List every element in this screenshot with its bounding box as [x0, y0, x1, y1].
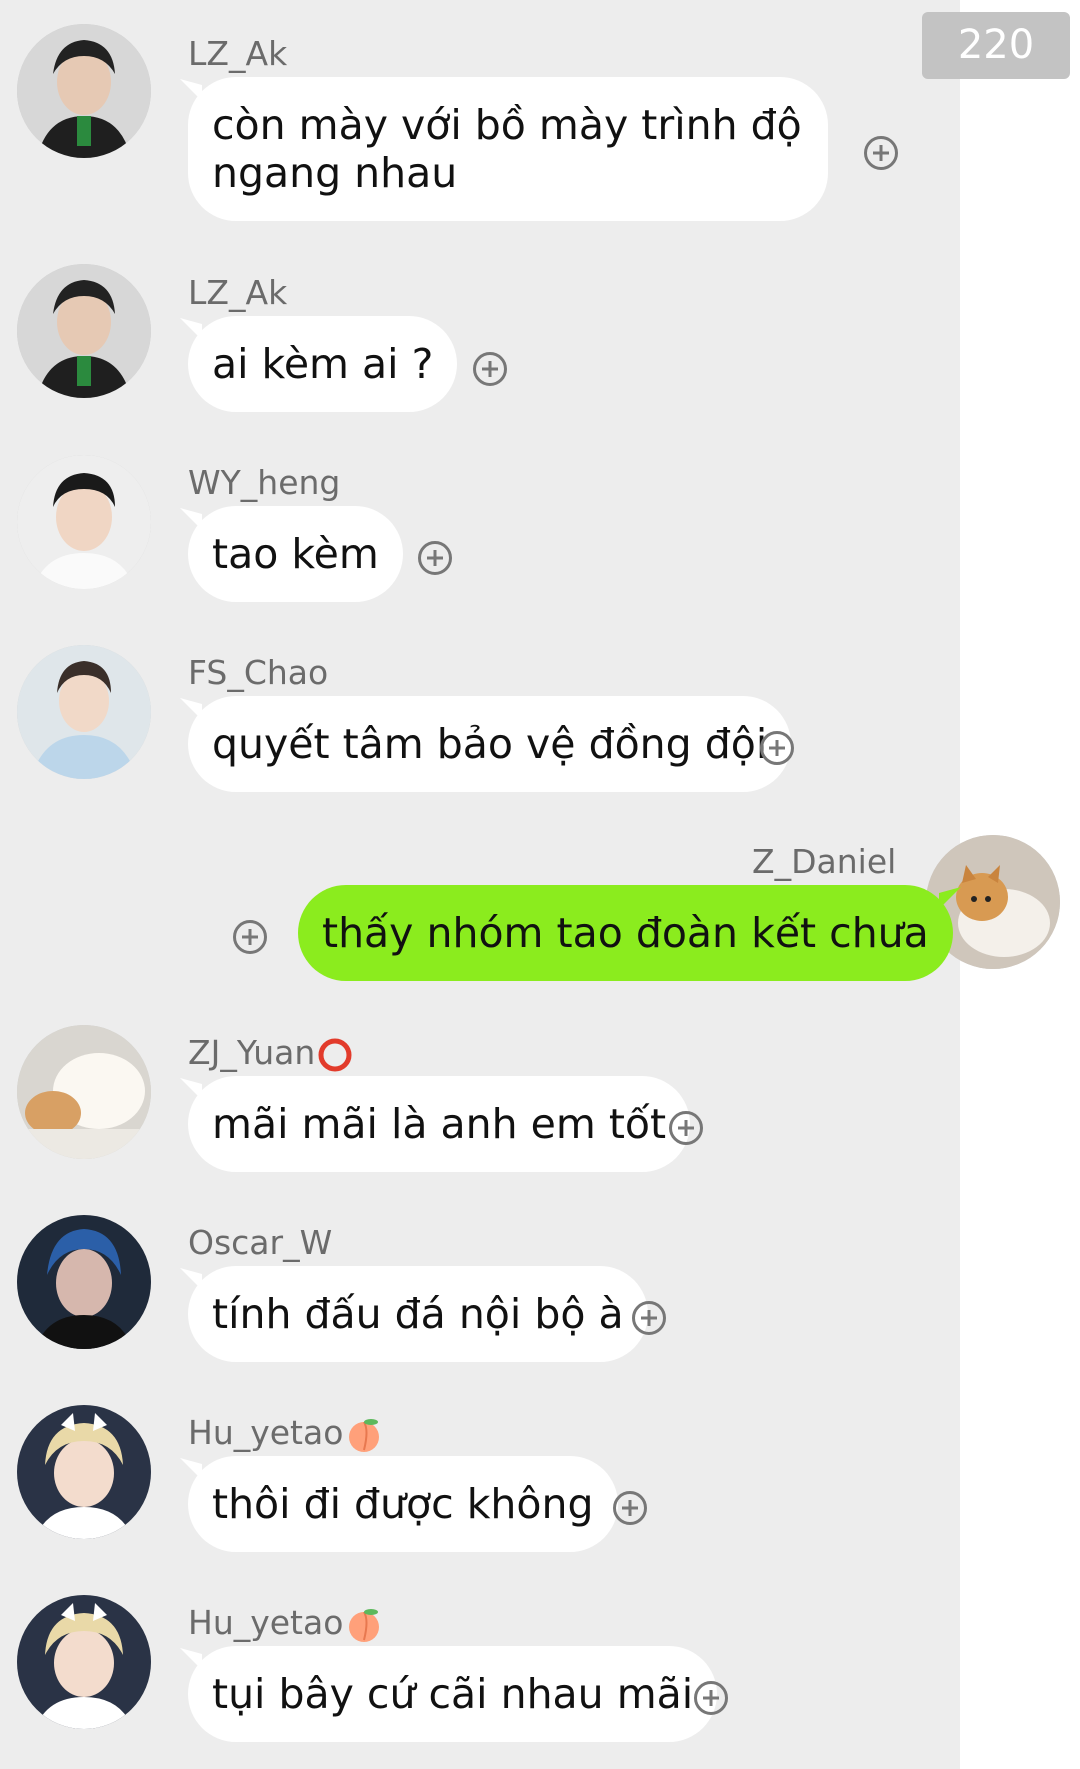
- bubble-tail: [938, 887, 961, 909]
- add-reaction-icon[interactable]: [864, 136, 898, 170]
- message-bubble[interactable]: quyết tâm bảo vệ đồng đội: [180, 696, 792, 792]
- message-bubble[interactable]: thôi đi được không: [180, 1456, 618, 1552]
- sender-name: Hu_yetao: [188, 1413, 383, 1454]
- message-text: còn mày với bồ mày trình độ ngang nhau: [212, 101, 802, 197]
- message-text: tính đấu đá nội bộ à: [212, 1290, 624, 1338]
- add-reaction-icon[interactable]: [233, 920, 267, 954]
- add-reaction-icon[interactable]: [632, 1301, 666, 1335]
- message-bubble[interactable]: còn mày với bồ mày trình độ ngang nhau: [180, 77, 828, 221]
- sender-name: FS_Chao: [188, 653, 329, 692]
- message-text: thôi đi được không: [212, 1480, 594, 1528]
- message-text: mãi mãi là anh em tốt: [212, 1100, 667, 1148]
- message-text: tụi bây cứ cãi nhau mãi: [212, 1670, 694, 1718]
- avatar-lz-ak[interactable]: [17, 264, 151, 398]
- sender-name: LZ_Ak: [188, 273, 288, 312]
- bubble-tail: [180, 698, 202, 720]
- bubble-tail: [180, 1078, 202, 1100]
- message-bubble-self[interactable]: thấy nhóm tao đoàn kết chưa: [298, 885, 961, 981]
- bubble-tail: [180, 508, 202, 530]
- avatar-zj-yuan[interactable]: [17, 1025, 151, 1159]
- message-bubble[interactable]: mãi mãi là anh em tốt: [180, 1076, 691, 1172]
- avatar-wy-heng[interactable]: [17, 455, 151, 589]
- sender-name-text: Hu_yetao: [188, 1603, 344, 1642]
- avatar-fs-chao[interactable]: [17, 645, 151, 779]
- add-reaction-icon[interactable]: [669, 1111, 703, 1145]
- add-reaction-icon[interactable]: [613, 1491, 647, 1525]
- message-bubble[interactable]: tính đấu đá nội bộ à: [180, 1266, 648, 1362]
- bubble-tail: [180, 1268, 202, 1290]
- sender-name-text: Hu_yetao: [188, 1413, 344, 1452]
- bubble-tail: [180, 79, 202, 101]
- add-reaction-icon[interactable]: [473, 352, 507, 386]
- message-text: thấy nhóm tao đoàn kết chưa: [322, 909, 929, 957]
- message-bubble[interactable]: ai kèm ai ?: [180, 316, 458, 412]
- message-text: tao kèm: [212, 530, 379, 578]
- red-circle-icon: [318, 1038, 352, 1071]
- add-reaction-icon[interactable]: [694, 1681, 728, 1715]
- avatar-oscar-w[interactable]: [17, 1215, 151, 1349]
- sender-name: Hu_yetao: [188, 1603, 383, 1644]
- sender-name-text: ZJ_Yuan: [188, 1033, 316, 1072]
- sender-name: ZJ_Yuan: [188, 1033, 353, 1073]
- joy-badge: 220 joy: [922, 12, 1070, 135]
- peach-icon: [349, 1608, 380, 1642]
- add-reaction-icon[interactable]: [418, 541, 452, 575]
- avatar-hu-yetao[interactable]: [17, 1595, 151, 1729]
- avatar-lz-ak[interactable]: [17, 24, 151, 158]
- message-bubble[interactable]: tao kèm: [180, 506, 403, 602]
- message-bubble[interactable]: tụi bây cứ cãi nhau mãi: [180, 1646, 718, 1742]
- message-text: quyết tâm bảo vệ đồng đội: [212, 720, 768, 768]
- bubble-tail: [180, 318, 202, 340]
- avatar-hu-yetao[interactable]: [17, 1405, 151, 1539]
- sender-name: LZ_Ak: [188, 34, 288, 73]
- sender-name: WY_heng: [188, 463, 341, 502]
- bubble-tail: [180, 1648, 202, 1670]
- sender-name: Z_Daniel: [752, 842, 897, 881]
- message-text: ai kèm ai ?: [212, 340, 434, 388]
- bubble-tail: [180, 1458, 202, 1480]
- sender-name: Oscar_W: [188, 1223, 333, 1262]
- add-reaction-icon[interactable]: [760, 731, 794, 765]
- peach-icon: [349, 1418, 380, 1452]
